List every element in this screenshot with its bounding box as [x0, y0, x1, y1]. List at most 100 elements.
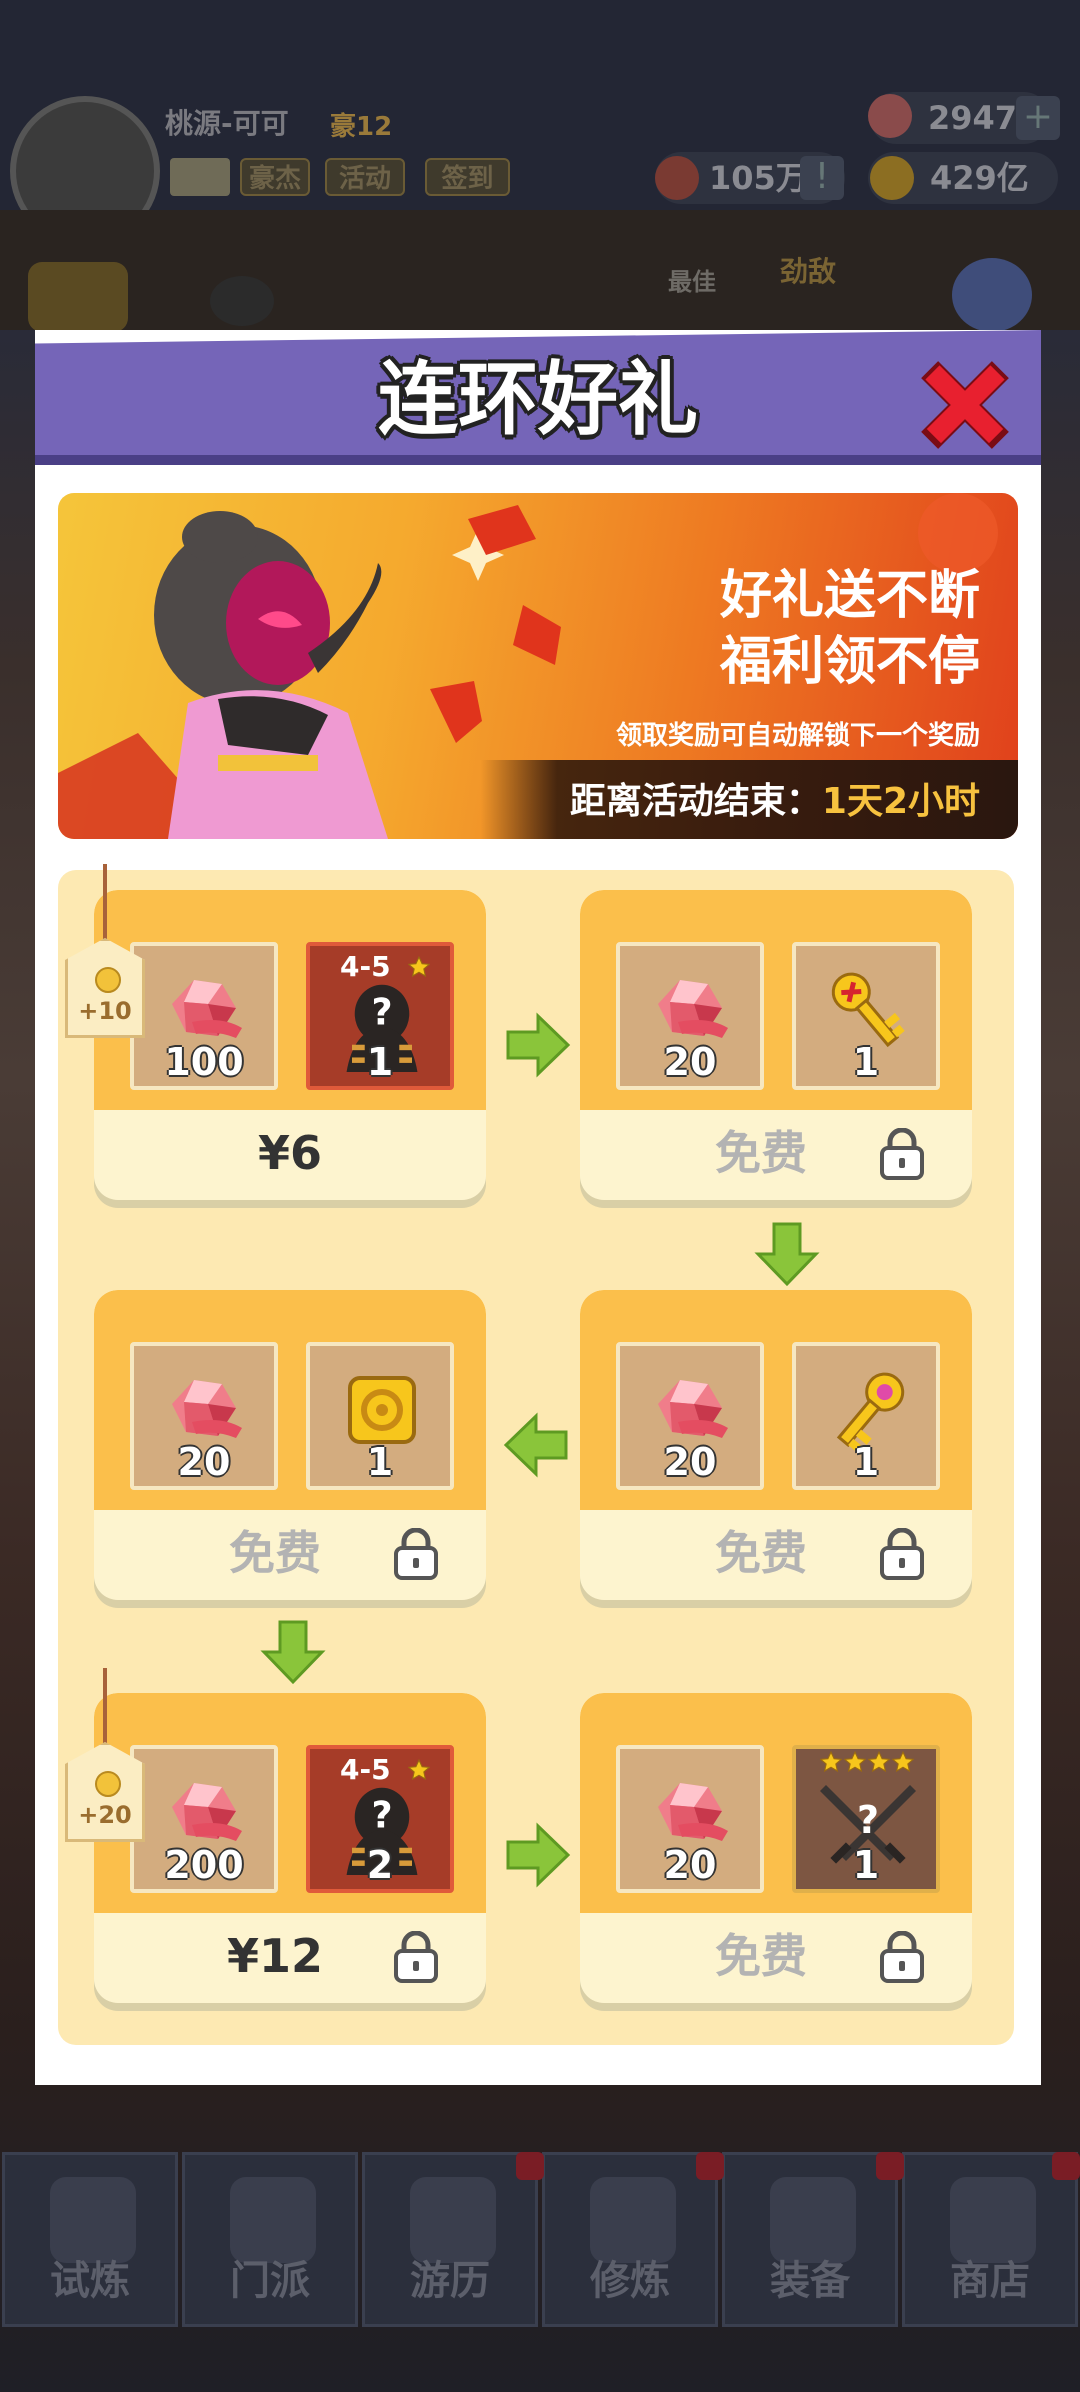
bottom-nav: 试炼 门派 游历 修炼 装备 商店	[0, 2152, 1080, 2327]
reward-slot[interactable]: 20	[130, 1342, 278, 1490]
reward-qty: 100	[164, 1040, 244, 1084]
gem-icon	[650, 1777, 730, 1847]
treasure-chest-icon[interactable]	[28, 262, 128, 332]
reward-qty: 20	[663, 1040, 717, 1084]
gold-coin-tile-icon	[348, 1376, 416, 1444]
lock-icon	[878, 1931, 926, 1983]
close-icon[interactable]	[915, 355, 1015, 455]
nav-cultivate[interactable]: 修炼	[542, 2152, 718, 2327]
nav-equipment[interactable]: 装备	[722, 2152, 898, 2327]
gold-currency-icon	[870, 156, 914, 200]
nav-travel[interactable]: 游历	[362, 2152, 538, 2327]
gift-pack-5[interactable]: 200 4-5 2 ¥12	[94, 1693, 486, 2003]
gift-pack-4[interactable]: 20 1 免费	[580, 1290, 972, 1600]
gem-icon	[650, 974, 730, 1044]
ninja-icon[interactable]	[210, 276, 274, 326]
banner-line1: 好礼送不断	[719, 566, 980, 626]
reward-slot[interactable]: ? 1	[792, 1745, 940, 1893]
reward-slot[interactable]: 4-5 2	[306, 1745, 454, 1893]
nav-cultivate-label: 修炼	[590, 2258, 670, 2304]
lock-icon	[878, 1528, 926, 1580]
arrow-left-icon	[502, 1410, 572, 1480]
tag-string	[103, 864, 107, 944]
notification-dot	[1052, 2152, 1080, 2180]
coin-icon	[95, 1771, 121, 1797]
gem-icon	[164, 1374, 244, 1444]
reward-qty: 20	[177, 1440, 231, 1484]
banner-hint: 领取奖励可自动解锁下一个奖励	[615, 721, 980, 751]
reward-qty: 1	[852, 1843, 880, 1887]
reward-slot[interactable]: 20	[616, 942, 764, 1090]
reward-qty: 20	[663, 1843, 717, 1887]
nav-shop[interactable]: 商店	[902, 2152, 1078, 2327]
bonus-tag-value: +20	[78, 1801, 132, 1829]
reward-slot[interactable]: 20	[616, 1342, 764, 1490]
notification-dot	[876, 2152, 904, 2180]
friend-avatar-icon[interactable]	[952, 258, 1032, 332]
reward-qty: 20	[663, 1440, 717, 1484]
events-button[interactable]: 活动	[325, 158, 405, 196]
reward-slot[interactable]: 20	[616, 1745, 764, 1893]
lock-icon	[392, 1528, 440, 1580]
reward-qty: 1	[366, 1440, 394, 1484]
sub-bar	[0, 210, 1080, 330]
best-label: 最佳	[668, 268, 716, 296]
reward-slot[interactable]: 1	[306, 1342, 454, 1490]
gift-pack-2[interactable]: 20 1 免费	[580, 890, 972, 1200]
ticket-info-button[interactable]: !	[800, 156, 844, 200]
reward-slot[interactable]: 1	[792, 1342, 940, 1490]
reward-qty: 1	[852, 1040, 880, 1084]
ticket-currency-icon	[655, 156, 699, 200]
nav-shop-label: 商店	[950, 2258, 1030, 2304]
gift-pack-6[interactable]: 20 ? 1 免费	[580, 1693, 972, 2003]
star-icon	[868, 1751, 890, 1773]
notification-dot	[516, 2152, 544, 2180]
coin-icon	[95, 967, 121, 993]
nav-trial[interactable]: 试炼	[2, 2152, 178, 2327]
star-icon	[844, 1751, 866, 1773]
notification-dot	[696, 2152, 724, 2180]
add-gems-button[interactable]: +	[1016, 96, 1060, 140]
nav-trial-label: 试炼	[50, 2258, 130, 2304]
nav-sect-label: 门派	[230, 2258, 310, 2304]
lock-icon	[878, 1128, 926, 1180]
ticket-count: 105万	[709, 159, 808, 197]
countdown-label: 距离活动结束：	[569, 781, 822, 822]
reward-slot[interactable]: 4-5 1	[306, 942, 454, 1090]
reward-qty: 1	[366, 1040, 394, 1084]
reward-slot[interactable]: 1	[792, 942, 940, 1090]
arrow-down-icon	[752, 1218, 822, 1288]
reward-slot[interactable]: 100	[130, 942, 278, 1090]
gem-icon	[164, 1777, 244, 1847]
gift-pack-3[interactable]: 20 1 免费	[94, 1290, 486, 1600]
nav-sect[interactable]: 门派	[182, 2152, 358, 2327]
vip-level: 豪12	[330, 112, 393, 142]
countdown-bar: 距离活动结束：1天2小时	[58, 760, 1018, 839]
dialog-title: 连环好礼	[378, 353, 698, 446]
nav-equipment-label: 装备	[770, 2258, 850, 2304]
banner-line2: 福利领不停	[719, 632, 980, 692]
lock-icon	[392, 1931, 440, 1983]
countdown-value: 1天2小时	[821, 781, 980, 822]
gem-icon	[164, 974, 244, 1044]
reward-qty: 2	[366, 1843, 394, 1887]
arrow-right-icon	[502, 1010, 572, 1080]
rival-label: 劲敌	[780, 255, 837, 288]
arrow-down-icon	[258, 1616, 328, 1686]
pack-price[interactable]: ¥6	[94, 1118, 486, 1188]
reward-slot[interactable]: 200	[130, 1745, 278, 1893]
mail-icon[interactable]	[170, 158, 230, 196]
tag-string	[103, 1668, 107, 1748]
gift-pack-1[interactable]: 100 4-5 1 ¥6	[94, 890, 486, 1200]
countdown: 距离活动结束：1天2小时	[570, 772, 980, 824]
reward-qty: 200	[164, 1843, 244, 1887]
star-icon	[892, 1751, 914, 1773]
player-name: 桃源-可可	[165, 107, 289, 140]
dialog-header-shade	[35, 455, 1041, 465]
arrow-right-icon	[502, 1820, 572, 1890]
star-icon	[820, 1751, 842, 1773]
heroes-button[interactable]: 豪杰	[240, 158, 310, 196]
svg-text:?: ?	[857, 1798, 879, 1842]
sign-in-button[interactable]: 签到	[425, 158, 510, 196]
reward-qty: 1	[852, 1440, 880, 1484]
